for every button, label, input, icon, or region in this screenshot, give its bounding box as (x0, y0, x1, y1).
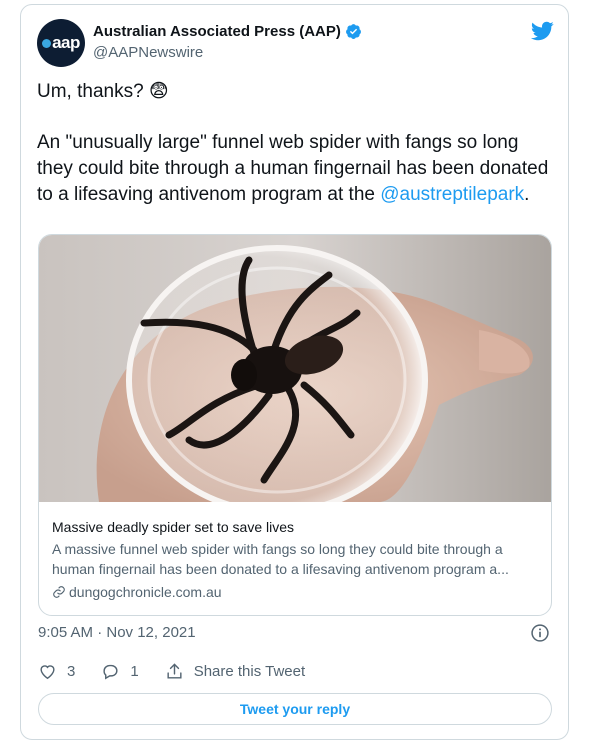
info-icon[interactable] (530, 623, 550, 643)
avatar[interactable]: aap (37, 19, 85, 67)
share-action[interactable]: Share this Tweet (165, 662, 305, 681)
link-domain-row: dungogchronicle.com.au (52, 582, 542, 602)
link-preview-card[interactable]: Massive deadly spider set to save lives … (38, 234, 552, 616)
verified-badge-icon (345, 24, 361, 39)
reply-bubble-icon (103, 664, 118, 680)
reply-action[interactable]: 1 (101, 662, 139, 681)
tweet-body: An "unusually large" funnel web spider w… (37, 130, 557, 208)
share-icon (167, 663, 182, 679)
mention-link[interactable]: @austreptilepark (380, 184, 524, 205)
tweet-actions: 3 1 Share this Tweet (38, 662, 331, 681)
author-name-row[interactable]: Australian Associated Press (AAP) (93, 23, 362, 40)
twitter-bird-icon[interactable] (530, 19, 554, 43)
avatar-dot (42, 39, 52, 49)
reply-count: 1 (130, 663, 139, 680)
link-description: A massive funnel web spider with fangs s… (52, 541, 509, 577)
link-icon (53, 586, 65, 598)
tweet-timestamp[interactable]: 9:05 AM · Nov 12, 2021 (38, 624, 196, 641)
like-action[interactable]: 3 (38, 662, 75, 681)
link-meta: Massive deadly spider set to save lives … (52, 517, 542, 602)
tweet-body-end: . (524, 184, 530, 205)
tweet-text: Um, thanks? 😨 An "unusually large" funne… (37, 79, 557, 208)
share-label: Share this Tweet (193, 663, 306, 680)
author-handle[interactable]: @AAPNewswire (93, 44, 203, 61)
tweet-embed-card: aap Australian Associated Press (AAP) @A… (20, 4, 569, 740)
author-name[interactable]: Australian Associated Press (AAP) (93, 23, 341, 40)
tweet-line-1: Um, thanks? 😨 (37, 81, 169, 102)
spider-photo (39, 235, 551, 502)
like-count: 3 (67, 663, 76, 680)
link-domain: dungogchronicle.com.au (69, 584, 222, 600)
link-title[interactable]: Massive deadly spider set to save lives (52, 517, 542, 537)
tweet-your-reply-button[interactable]: Tweet your reply (38, 693, 552, 725)
avatar-text: aap (52, 33, 80, 52)
heart-icon (40, 665, 55, 680)
